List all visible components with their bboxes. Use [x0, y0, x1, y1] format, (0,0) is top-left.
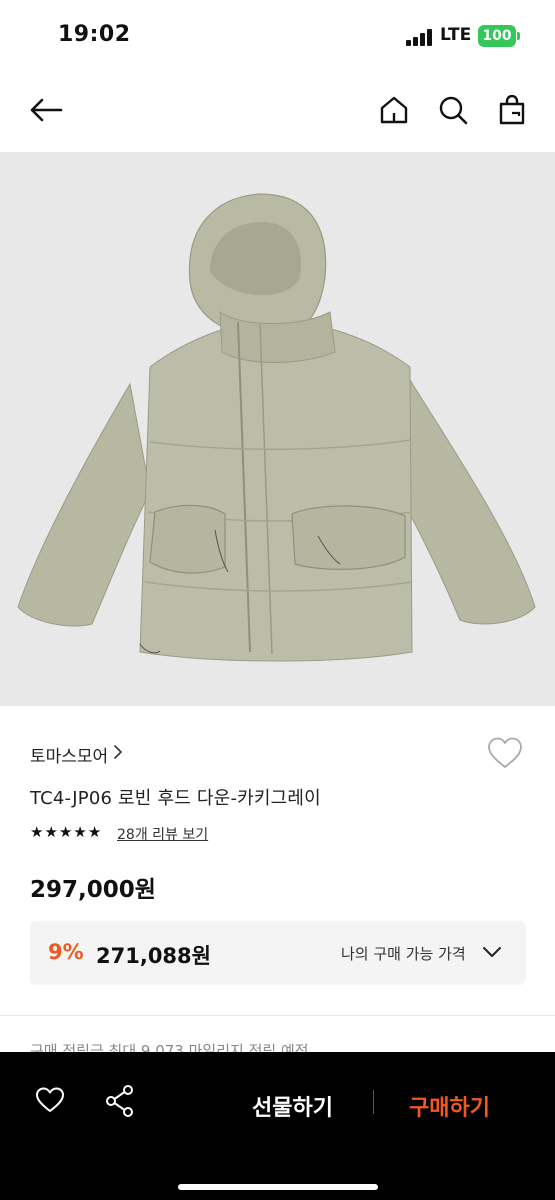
home-icon [380, 96, 408, 124]
discount-price-box[interactable]: 9% 271,088원 나의 구매 가능 가격 [30, 921, 526, 985]
brand-link[interactable]: 토마스모어 [30, 742, 108, 767]
discount-rate: 9% [48, 940, 84, 964]
star-icon: ★ [58, 823, 73, 841]
product-image[interactable] [0, 152, 555, 706]
search-icon [439, 96, 468, 125]
rating-stars: ★ ★ ★ ★ ★ [30, 825, 101, 840]
signal-icon [406, 29, 436, 46]
status-time: 19:02 [58, 22, 131, 47]
gift-button[interactable]: 선물하기 [252, 1090, 333, 1122]
battery-icon: 100 [478, 25, 516, 47]
cart-button[interactable] [492, 90, 532, 130]
shopping-bag-icon [499, 95, 525, 125]
back-arrow-icon [30, 98, 63, 122]
star-icon: ★ [44, 823, 58, 841]
product-title: TC4-JP06 로빈 후드 다운-카키그레이 [30, 788, 321, 809]
heart-icon [488, 737, 522, 768]
home-indicator[interactable] [178, 1184, 378, 1190]
original-price: 297,000원 [30, 877, 156, 903]
bottom-action-bar: 선물하기 구매하기 [0, 1052, 555, 1200]
star-icon: ★ [73, 823, 87, 841]
wishlist-button[interactable] [486, 736, 526, 772]
button-separator [373, 1090, 374, 1114]
star-icon: ★ [87, 823, 102, 841]
review-link[interactable]: 28개 리뷰 보기 [117, 824, 208, 844]
battery-nub [517, 32, 520, 40]
share-icon [106, 1085, 133, 1117]
back-button[interactable] [26, 90, 66, 130]
network-type: LTE [440, 25, 472, 45]
top-nav [0, 76, 555, 152]
status-bar: 19:02 LTE 100 [0, 0, 555, 76]
bottom-wishlist-button[interactable] [34, 1086, 66, 1118]
search-button[interactable] [433, 90, 473, 130]
discount-label: 나의 구매 가능 가격 [341, 945, 466, 963]
chevron-down-icon [483, 947, 501, 957]
heart-icon [36, 1087, 64, 1112]
section-divider [0, 1015, 555, 1016]
chevron-right-icon [114, 745, 123, 759]
discount-price: 271,088원 [96, 944, 211, 968]
buy-button[interactable]: 구매하기 [409, 1090, 490, 1122]
star-icon: ★ [30, 823, 44, 841]
jacket-image [17, 193, 536, 662]
product-info: 토마스모어 TC4-JP06 로빈 후드 다운-카키그레이 ★ ★ ★ ★ ★ … [0, 706, 555, 1016]
share-button[interactable] [104, 1084, 136, 1122]
home-button[interactable] [374, 90, 414, 130]
